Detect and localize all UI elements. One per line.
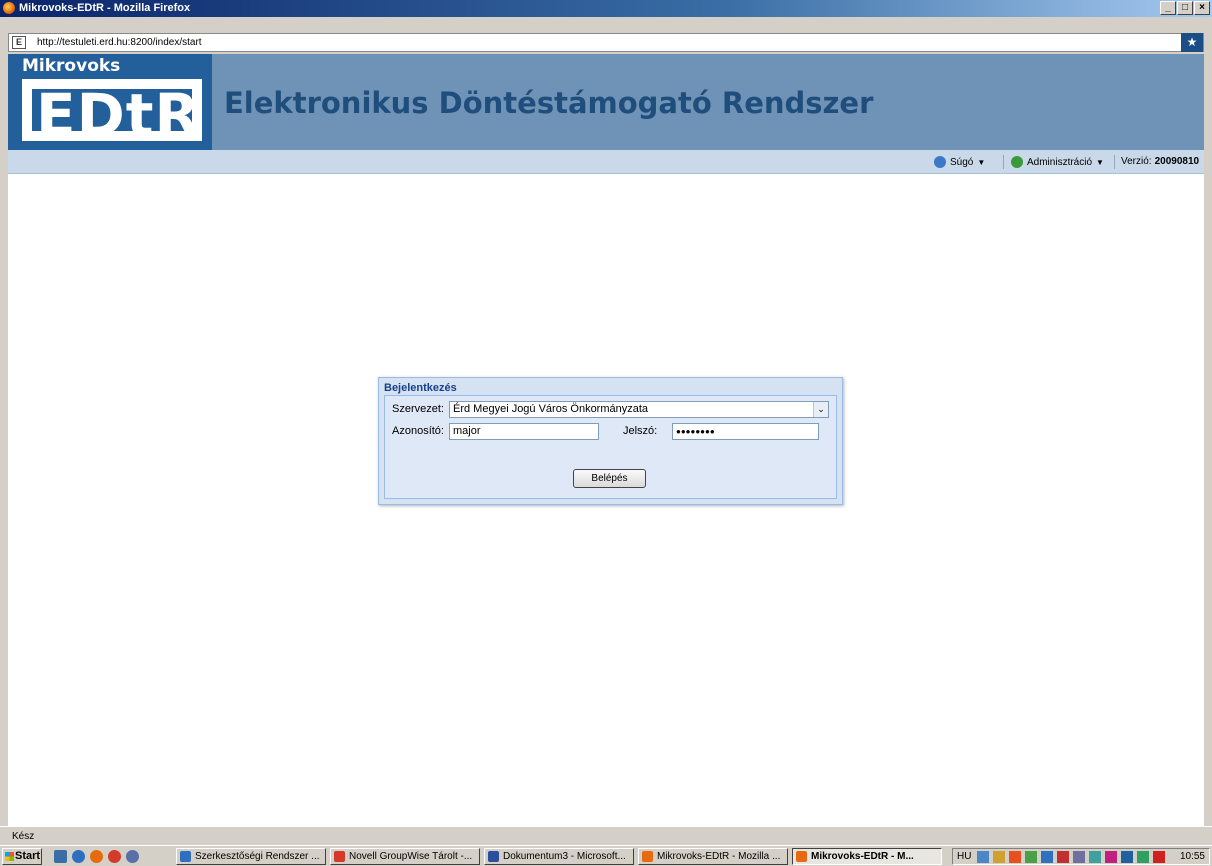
password-input[interactable]: ●●●●●●●● bbox=[672, 423, 819, 440]
chevron-down-icon: ▼ bbox=[1096, 157, 1104, 167]
app-icon[interactable] bbox=[126, 850, 139, 863]
save-icon[interactable] bbox=[54, 850, 67, 863]
password-label: Jelszó: bbox=[623, 425, 658, 437]
toolbar-divider bbox=[1003, 155, 1004, 169]
address-bar[interactable]: E http://testuleti.erd.hu:8200/index/sta… bbox=[8, 33, 1204, 52]
version-value: 20090810 bbox=[1154, 156, 1200, 167]
help-label: Súgó bbox=[950, 156, 974, 168]
system-tray: HU 10:55 bbox=[952, 848, 1210, 865]
close-button[interactable]: × bbox=[1194, 1, 1210, 15]
login-form: Szervezet: Érd Megyei Jogú Város Önkormá… bbox=[384, 395, 837, 499]
edtr-logo-box: EDtR bbox=[22, 79, 202, 149]
windows-taskbar: Start Szerkesztőségi Rendszer ... Novell… bbox=[0, 845, 1212, 866]
groupwise-icon bbox=[334, 851, 345, 862]
start-button[interactable]: Start bbox=[2, 848, 42, 865]
status-bar: Kész bbox=[0, 826, 1212, 845]
taskbar-item[interactable]: Dokumentum3 - Microsoft... bbox=[484, 848, 634, 865]
window-controls: _ □ × bbox=[1159, 1, 1210, 15]
login-panel-title: Bejelentkezés bbox=[384, 382, 457, 394]
page-content: Mikrovoks EDtR Elektronikus Döntéstámoga… bbox=[8, 54, 1204, 826]
tray-icon[interactable] bbox=[1137, 851, 1149, 863]
tray-icon[interactable] bbox=[1121, 851, 1133, 863]
firefox-icon bbox=[796, 851, 807, 862]
tray-icon[interactable] bbox=[993, 851, 1005, 863]
admin-menu[interactable]: Adminisztráció ▼ bbox=[1011, 156, 1104, 168]
tray-icon[interactable] bbox=[1025, 851, 1037, 863]
edtr-logo-text: EDtR bbox=[36, 81, 201, 149]
minimize-button[interactable]: _ bbox=[1160, 1, 1176, 15]
tray-icon[interactable] bbox=[1057, 851, 1069, 863]
tray-icon[interactable] bbox=[1153, 851, 1165, 863]
app-toolbar: Súgó ▼ Adminisztráció ▼ Verzió: 20090810 bbox=[8, 150, 1204, 174]
login-panel: Bejelentkezés Szervezet: Érd Megyei Jogú… bbox=[378, 377, 843, 505]
toolbar-divider bbox=[1114, 155, 1115, 169]
ie-icon[interactable] bbox=[72, 850, 85, 863]
status-text: Kész bbox=[12, 831, 35, 842]
org-value: Érd Megyei Jogú Város Önkormányzata bbox=[453, 403, 649, 415]
taskbar-item[interactable]: Mikrovoks-EDtR - Mozilla ... bbox=[638, 848, 788, 865]
title-bar: Mikrovoks-EDtR - Mozilla Firefox _ □ × bbox=[0, 0, 1212, 17]
help-menu[interactable]: Súgó ▼ bbox=[934, 156, 985, 168]
login-button[interactable]: Belépés bbox=[573, 469, 646, 488]
window-title: Mikrovoks-EDtR - Mozilla Firefox bbox=[19, 2, 191, 14]
help-icon bbox=[934, 156, 946, 168]
tray-icon[interactable] bbox=[1041, 851, 1053, 863]
org-label: Szervezet: bbox=[392, 403, 444, 415]
ie-icon bbox=[180, 851, 191, 862]
tray-icon[interactable] bbox=[1105, 851, 1117, 863]
version-info: Verzió: 20090810 bbox=[1121, 156, 1199, 167]
chevron-down-icon[interactable]: ⌄ bbox=[813, 402, 828, 417]
org-select[interactable]: Érd Megyei Jogú Város Önkormányzata ⌄ bbox=[449, 401, 829, 418]
tray-icon[interactable] bbox=[1073, 851, 1085, 863]
firefox-icon[interactable] bbox=[90, 850, 103, 863]
taskbar-item[interactable]: Szerkesztőségi Rendszer ... bbox=[176, 848, 326, 865]
firefox-icon bbox=[3, 2, 15, 14]
url-text[interactable]: http://testuleti.erd.hu:8200/index/start bbox=[37, 37, 202, 48]
user-input[interactable]: major bbox=[449, 423, 599, 440]
taskbar-item-active[interactable]: Mikrovoks-EDtR - M... bbox=[792, 848, 942, 865]
firefox-window: Mikrovoks-EDtR - Mozilla Firefox _ □ × E… bbox=[0, 0, 1212, 866]
user-label: Azonosító: bbox=[392, 425, 444, 437]
admin-icon bbox=[1011, 156, 1023, 168]
version-prefix: Verzió: bbox=[1121, 156, 1152, 167]
tray-icon[interactable] bbox=[1009, 851, 1021, 863]
brand-name: Mikrovoks bbox=[22, 56, 121, 76]
app-header: Mikrovoks EDtR Elektronikus Döntéstámoga… bbox=[8, 54, 1204, 150]
clock: 10:55 bbox=[1179, 851, 1205, 862]
app-title: Elektronikus Döntéstámogató Rendszer bbox=[224, 86, 874, 120]
word-icon bbox=[488, 851, 499, 862]
groupwise-icon[interactable] bbox=[108, 850, 121, 863]
tray-icon[interactable] bbox=[977, 851, 989, 863]
maximize-button[interactable]: □ bbox=[1177, 1, 1193, 15]
firefox-icon bbox=[642, 851, 653, 862]
admin-label: Adminisztráció bbox=[1027, 156, 1093, 168]
logo: Mikrovoks EDtR bbox=[8, 54, 212, 150]
chevron-down-icon: ▼ bbox=[977, 157, 986, 167]
page-icon: E bbox=[12, 36, 26, 49]
taskbar-item[interactable]: Novell GroupWise Tárolt -... bbox=[330, 848, 480, 865]
bookmark-star-icon[interactable]: ★ bbox=[1181, 33, 1203, 52]
tray-icon[interactable] bbox=[1089, 851, 1101, 863]
language-indicator[interactable]: HU bbox=[957, 851, 971, 862]
